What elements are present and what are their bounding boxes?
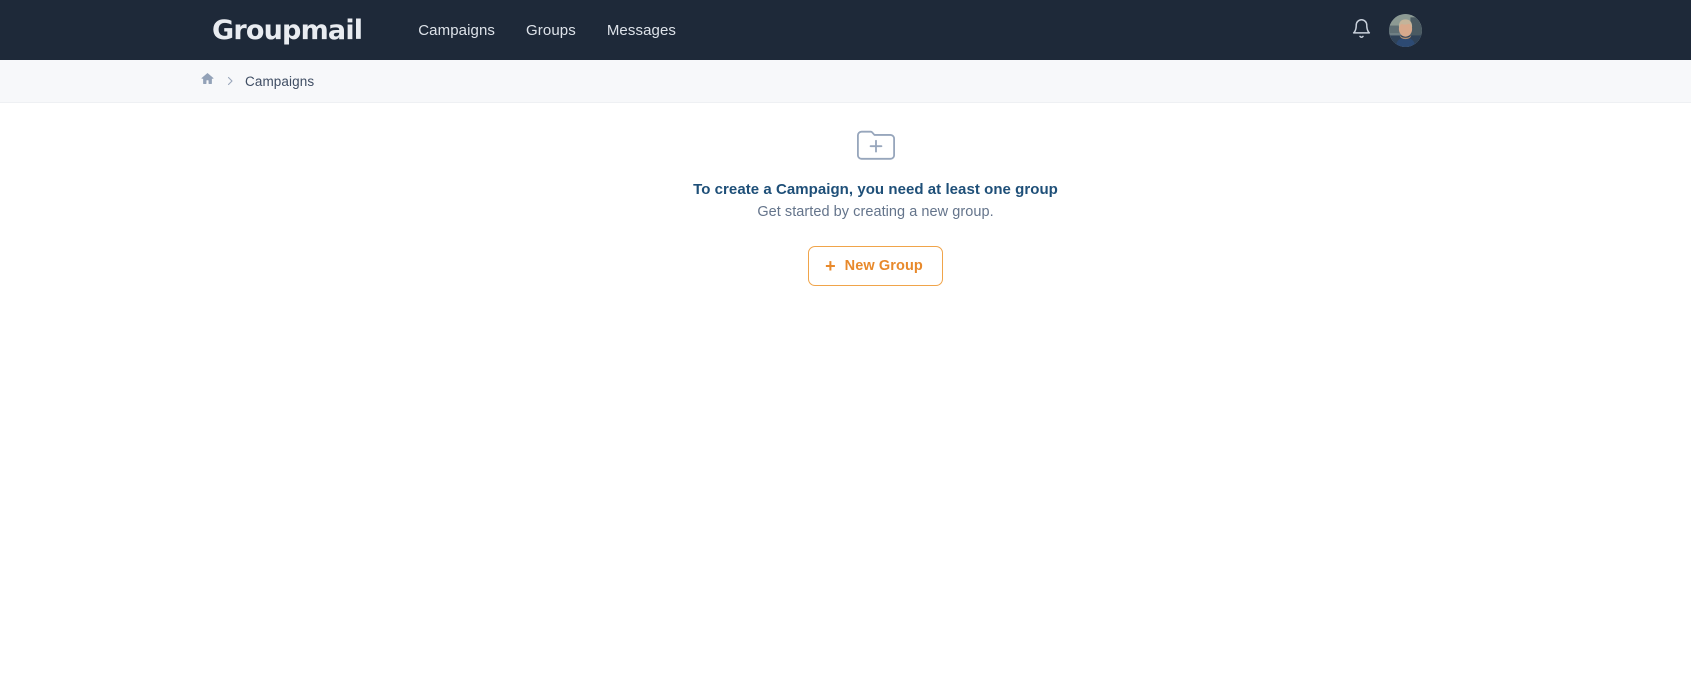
- main-nav: Campaigns Groups Messages: [418, 22, 676, 39]
- new-group-button-label: New Group: [844, 258, 923, 274]
- nav-item-groups[interactable]: Groups: [526, 22, 576, 39]
- app-page: Groupmail Campaigns Groups Messages Camp…: [0, 0, 1691, 690]
- empty-state: To create a Campaign, you need at least …: [0, 124, 1691, 286]
- nav-item-campaigns[interactable]: Campaigns: [418, 22, 495, 39]
- bell-icon: [1351, 18, 1372, 42]
- breadcrumb-item-campaigns[interactable]: Campaigns: [245, 74, 314, 89]
- avatar[interactable]: [1389, 13, 1422, 47]
- header-actions: [1349, 13, 1667, 47]
- main-content: To create a Campaign, you need at least …: [0, 103, 1691, 689]
- home-icon: [200, 71, 215, 91]
- app-logo[interactable]: Groupmail: [212, 17, 363, 44]
- empty-state-subtitle: Get started by creating a new group.: [757, 204, 994, 220]
- breadcrumb: Campaigns: [0, 60, 1691, 103]
- notifications-button[interactable]: [1349, 18, 1373, 42]
- folder-plus-icon: [854, 124, 898, 167]
- empty-state-title: To create a Campaign, you need at least …: [693, 181, 1058, 198]
- new-group-button[interactable]: + New Group: [808, 246, 943, 286]
- breadcrumb-separator-icon: [224, 75, 236, 87]
- top-navigation-bar: Groupmail Campaigns Groups Messages: [0, 0, 1691, 60]
- plus-icon: +: [825, 256, 836, 276]
- breadcrumb-home-link[interactable]: [200, 71, 215, 91]
- nav-item-messages[interactable]: Messages: [607, 22, 676, 39]
- user-avatar-image: [1389, 13, 1422, 47]
